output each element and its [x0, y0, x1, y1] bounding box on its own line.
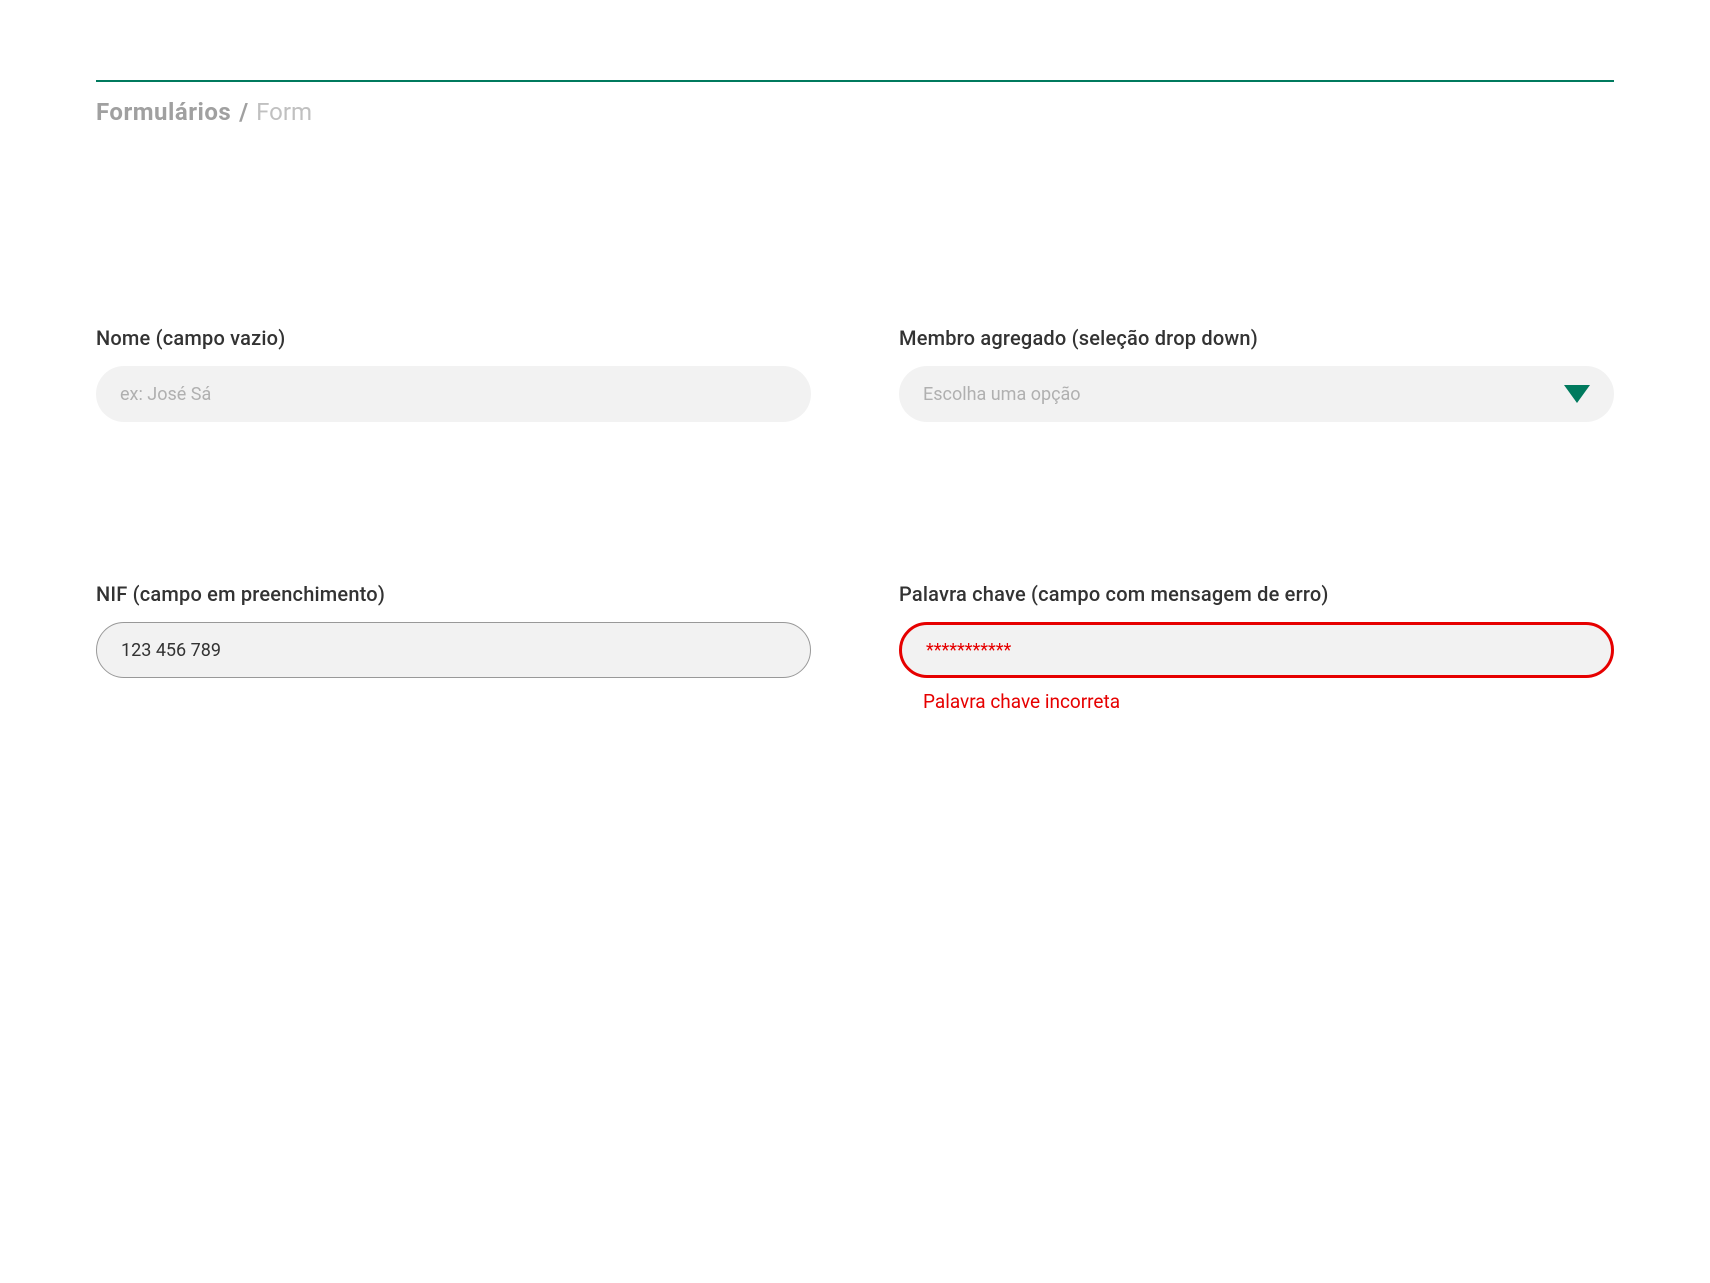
field-membro: Membro agregado (seleção drop down) Esco…: [899, 326, 1614, 422]
nif-input[interactable]: [96, 622, 811, 678]
nif-label: NIF (campo em preenchimento): [96, 582, 811, 606]
palavra-label: Palavra chave (campo com mensagem de err…: [899, 582, 1614, 606]
title-sub: Form: [256, 98, 312, 126]
membro-select[interactable]: Escolha uma opção: [899, 366, 1614, 422]
membro-select-display[interactable]: Escolha uma opção: [899, 366, 1614, 422]
palavra-error-msg: Palavra chave incorreta: [923, 690, 1614, 713]
field-nome: Nome (campo vazio): [96, 326, 811, 422]
nome-input[interactable]: [96, 366, 811, 422]
title-slash: /: [239, 98, 248, 126]
top-divider: [96, 80, 1614, 82]
title-main: Formulários: [96, 98, 231, 126]
field-palavra: Palavra chave (campo com mensagem de err…: [899, 582, 1614, 713]
nome-label: Nome (campo vazio): [96, 326, 811, 350]
field-nif: NIF (campo em preenchimento): [96, 582, 811, 713]
membro-label: Membro agregado (seleção drop down): [899, 326, 1614, 350]
palavra-input[interactable]: [899, 622, 1614, 678]
breadcrumb: Formulários / Form: [96, 98, 1614, 126]
